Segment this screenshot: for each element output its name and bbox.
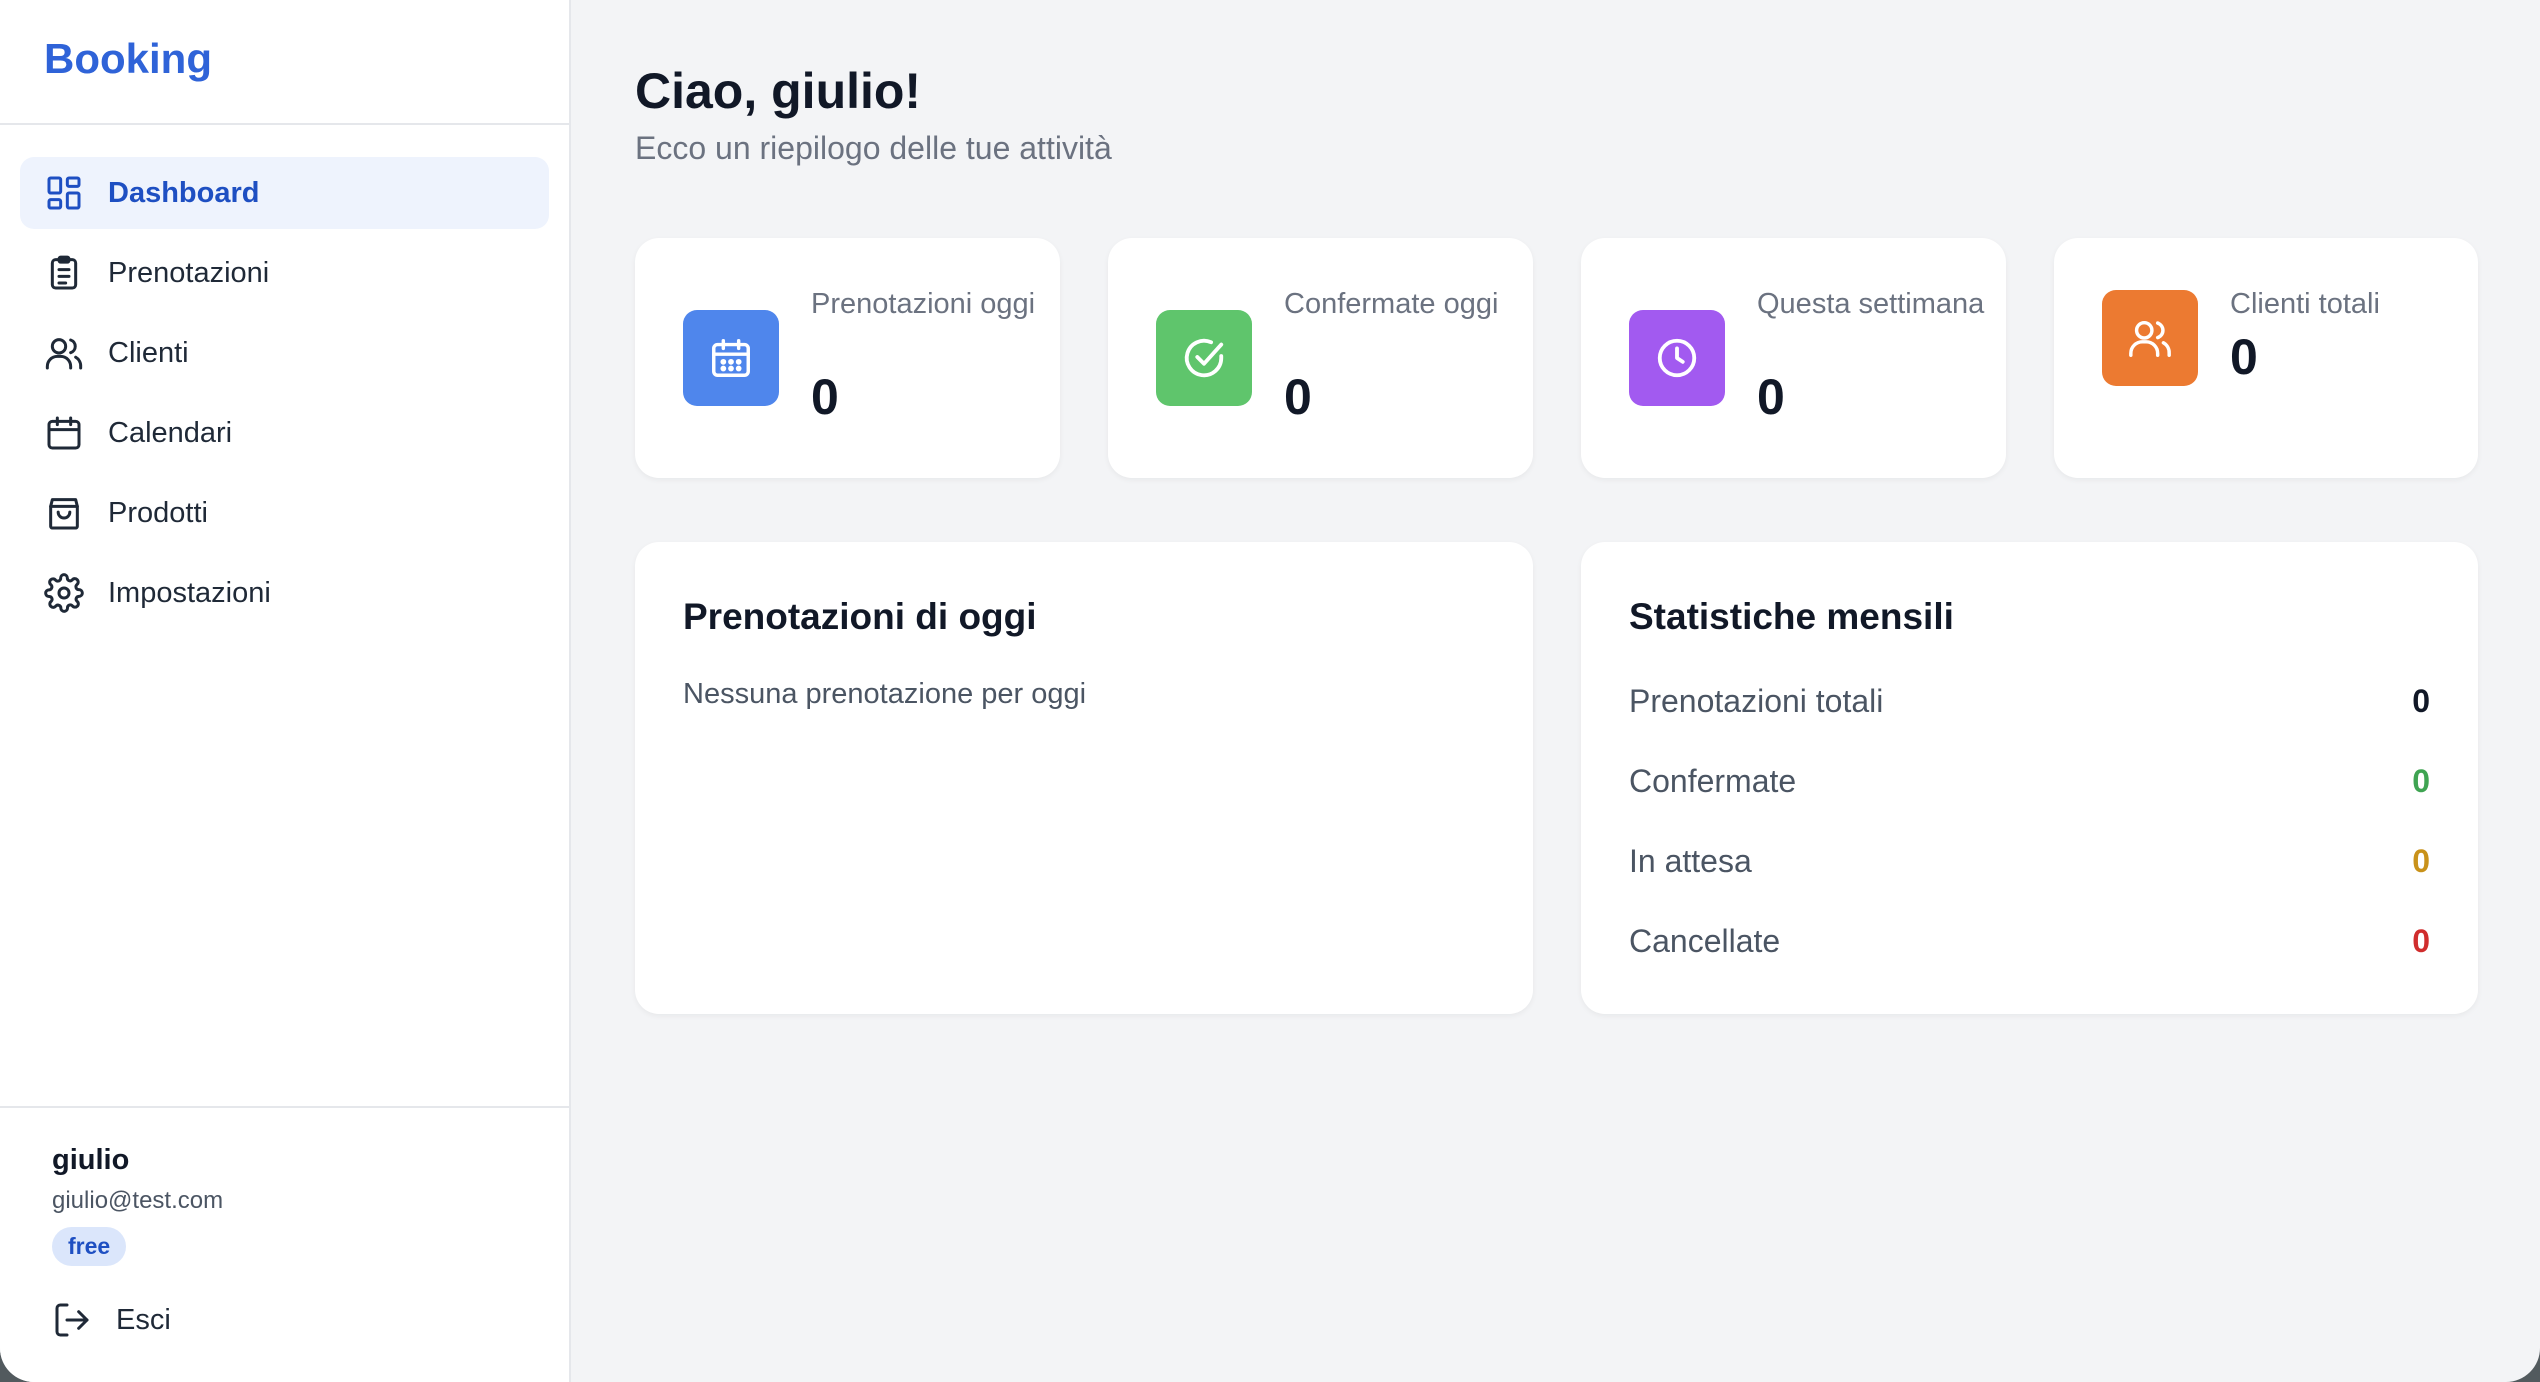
stat-card-clienti-totali: Clienti totali 0 — [2054, 238, 2478, 478]
stat-icon-box — [2102, 290, 2198, 386]
user-name: giulio — [52, 1144, 130, 1176]
logout-button[interactable]: Esci — [52, 1300, 171, 1340]
stat-value: 0 — [1284, 369, 1312, 425]
panel-title: Statistiche mensili — [1629, 596, 1954, 637]
user-profile: giulio giulio@test.com free Esci — [0, 1106, 569, 1382]
app-window: Booking Dashboard Prenotazioni Clienti C… — [0, 0, 2540, 1382]
monthly-stats-panel: Statistiche mensili Prenotazioni totali … — [1581, 542, 2478, 1014]
sidebar-item-impostazioni[interactable]: Impostazioni — [20, 557, 549, 629]
clock-icon — [1657, 338, 1697, 378]
stat-label: Clienti totali — [2230, 288, 2380, 320]
calendar-icon — [47, 416, 81, 450]
users-icon — [2129, 320, 2171, 357]
sidebar-item-label: Calendari — [108, 416, 233, 449]
stat-icon-box — [1156, 310, 1252, 406]
monthly-stat-value: 0 — [2412, 922, 2430, 959]
sidebar-item-prenotazioni[interactable]: Prenotazioni — [20, 237, 549, 309]
logout-label: Esci — [116, 1303, 171, 1336]
monthly-stat-row: Prenotazioni totali 0 — [1629, 676, 2430, 726]
main-content: Ciao, giulio! Ecco un riepilogo delle tu… — [573, 0, 2540, 1382]
monthly-stat-row: In attesa 0 — [1629, 836, 2430, 886]
monthly-stat-row: Confermate 0 — [1629, 756, 2430, 806]
logout-icon — [55, 1303, 89, 1337]
sidebar-item-calendari[interactable]: Calendari — [20, 397, 549, 469]
monthly-stat-label: Cancellate — [1629, 922, 1781, 959]
monthly-stat-value: 0 — [2412, 762, 2430, 799]
stat-label: Confermate oggi — [1284, 288, 1499, 320]
sidebar-item-dashboard[interactable]: Dashboard — [20, 157, 549, 229]
stat-card-prenotazioni-oggi: Prenotazioni oggi 0 — [635, 238, 1060, 478]
dashboard-icon — [47, 176, 81, 210]
panel-title: Prenotazioni di oggi — [683, 596, 1037, 637]
stat-value: 0 — [811, 369, 839, 425]
sidebar-item-label: Clienti — [108, 336, 189, 369]
plan-badge: free — [52, 1227, 127, 1266]
stat-label: Prenotazioni oggi — [811, 288, 1036, 320]
stat-value: 0 — [2230, 329, 2258, 385]
stat-value: 0 — [1757, 369, 1785, 425]
gear-icon — [44, 573, 84, 613]
stat-card-confermate-oggi: Confermate oggi 0 — [1108, 238, 1533, 478]
users-icon — [45, 338, 83, 370]
today-bookings-panel: Prenotazioni di oggi Nessuna prenotazion… — [635, 542, 1533, 1014]
sidebar-item-clienti[interactable]: Clienti — [20, 317, 549, 389]
brand-logo[interactable]: Booking — [0, 0, 569, 125]
calendar-icon — [712, 339, 750, 377]
stat-icon-box — [1629, 310, 1725, 406]
user-email: giulio@test.com — [52, 1187, 224, 1214]
stat-label: Questa settimana — [1757, 288, 1985, 320]
monthly-stat-label: Confermate — [1629, 762, 1797, 799]
clipboard-icon — [50, 255, 78, 290]
empty-state-text: Nessuna prenotazione per oggi — [683, 678, 1087, 710]
sidebar-item-label: Dashboard — [108, 176, 260, 209]
sidebar-item-prodotti[interactable]: Prodotti — [20, 477, 549, 549]
page-subtitle: Ecco un riepilogo delle tue attività — [635, 130, 1112, 166]
sidebar-item-label: Prenotazioni — [108, 256, 270, 289]
monthly-stat-row: Cancellate 0 — [1629, 916, 2430, 966]
sidebar-item-label: Prodotti — [108, 496, 208, 529]
monthly-stat-value: 0 — [2412, 682, 2430, 719]
sidebar-nav: Dashboard Prenotazioni Clienti Calendari… — [0, 125, 569, 629]
stat-card-questa-settimana: Questa settimana 0 — [1581, 238, 2006, 478]
stat-icon-box — [683, 310, 779, 406]
shopping-bag-icon — [49, 498, 79, 530]
sidebar: Booking Dashboard Prenotazioni Clienti C… — [0, 0, 571, 1382]
check-circle-icon — [1184, 338, 1224, 378]
monthly-stat-value: 0 — [2412, 842, 2430, 879]
sidebar-item-label: Impostazioni — [108, 576, 271, 609]
page-title: Ciao, giulio! — [635, 63, 922, 119]
monthly-stat-label: In attesa — [1629, 842, 1752, 879]
monthly-stat-label: Prenotazioni totali — [1629, 682, 1884, 719]
